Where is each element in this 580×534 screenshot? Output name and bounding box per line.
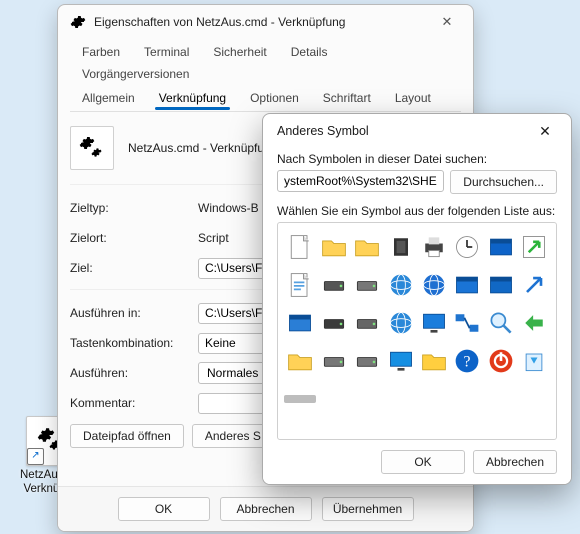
- icon-picker-titlebar[interactable]: Anderes Symbol ✕: [263, 114, 571, 148]
- cancel-button[interactable]: Abbrechen: [220, 497, 312, 521]
- tab-schriftart[interactable]: Schriftart: [311, 87, 383, 109]
- blank-document-icon[interactable]: [284, 229, 316, 265]
- shortcut-overlay-icon[interactable]: [519, 229, 550, 265]
- tab-terminal[interactable]: Terminal: [132, 41, 201, 63]
- connection-icon[interactable]: [452, 305, 483, 341]
- label-zieltyp: Zieltyp:: [70, 201, 198, 215]
- label-ziel: Ziel:: [70, 261, 198, 275]
- icon-cancel-button[interactable]: Abbrechen: [473, 450, 557, 474]
- tab-optionen[interactable]: Optionen: [238, 87, 311, 109]
- network-globe-icon[interactable]: [385, 305, 416, 341]
- printer-icon[interactable]: [418, 229, 449, 265]
- label-zielort: Zielort:: [70, 231, 198, 245]
- icon-grid-scrollbar[interactable]: [284, 395, 316, 403]
- titlebar-icon: [70, 14, 86, 30]
- picture-frame-icon[interactable]: [485, 267, 516, 303]
- apply-button[interactable]: Übernehmen: [322, 497, 414, 521]
- icon-path-input[interactable]: [277, 170, 444, 192]
- ok-button[interactable]: OK: [118, 497, 210, 521]
- titlebar[interactable]: Eigenschaften von NetzAus.cmd - Verknüpf…: [58, 5, 473, 39]
- folder-icon[interactable]: [318, 229, 349, 265]
- monitor-blue-icon[interactable]: [418, 305, 449, 341]
- value-zieltyp: Windows-B: [198, 201, 259, 215]
- icon-ok-button[interactable]: OK: [381, 450, 465, 474]
- monitor-icon[interactable]: [385, 343, 416, 379]
- close-button[interactable]: ✕: [425, 7, 469, 37]
- svg-text:?: ?: [464, 353, 471, 370]
- globe-icon[interactable]: [385, 267, 416, 303]
- folder-yellow-icon[interactable]: [418, 343, 449, 379]
- label-ausfuehren: Ausführen:: [70, 366, 198, 380]
- help-icon[interactable]: ?: [452, 343, 483, 379]
- drive-remove-icon[interactable]: [351, 305, 382, 341]
- tab-details[interactable]: Details: [279, 41, 340, 63]
- green-arrows-icon[interactable]: [519, 305, 550, 341]
- power-icon[interactable]: [485, 343, 516, 379]
- text-document-icon[interactable]: [284, 267, 316, 303]
- window-icon[interactable]: [485, 229, 516, 265]
- label-tastenkombi: Tastenkombination:: [70, 336, 198, 350]
- floppy-icon[interactable]: [318, 305, 349, 341]
- hard-drive-icon[interactable]: [318, 267, 349, 303]
- icon-grid[interactable]: ?: [277, 222, 557, 440]
- drive-icon[interactable]: [351, 343, 382, 379]
- shortcut-overlay-icon: ↗: [27, 448, 44, 465]
- clock-icon[interactable]: [452, 229, 483, 265]
- open-path-button[interactable]: Dateipfad öffnen: [70, 424, 184, 448]
- window-title: Eigenschaften von NetzAus.cmd - Verknüpf…: [94, 15, 425, 29]
- recycle-icon[interactable]: [519, 343, 550, 379]
- app-window-icon[interactable]: [284, 305, 316, 341]
- label-ausfuehren-in: Ausführen in:: [70, 306, 198, 320]
- tabstrip-2: AllgemeinVerknüpfungOptionenSchriftartLa…: [58, 85, 473, 109]
- chip-icon[interactable]: [385, 229, 416, 265]
- tabstrip: FarbenTerminalSicherheitDetails Vorgänger…: [58, 39, 473, 85]
- label-kommentar: Kommentar:: [70, 396, 198, 410]
- icon-picker-dialog: Anderes Symbol ✕ Nach Symbolen in dieser…: [262, 113, 572, 485]
- icon-picker-title: Anderes Symbol: [277, 124, 523, 138]
- browse-button[interactable]: Durchsuchen...: [450, 170, 557, 194]
- settings-window-icon[interactable]: [452, 267, 483, 303]
- folder-open-icon[interactable]: [351, 229, 382, 265]
- tab-allgemein[interactable]: Allgemein: [70, 87, 147, 109]
- globe-blue-icon[interactable]: [418, 267, 449, 303]
- arrow-out-icon[interactable]: [519, 267, 550, 303]
- icon-picker-close-button[interactable]: ✕: [523, 117, 567, 145]
- tab-layout[interactable]: Layout: [383, 87, 443, 109]
- tab-farben[interactable]: Farben: [70, 41, 132, 63]
- folder-icon[interactable]: [284, 343, 316, 379]
- item-icon: [70, 126, 114, 170]
- tab-verknüpfung[interactable]: Verknüpfung: [147, 87, 238, 109]
- value-zielort: Script: [198, 231, 229, 245]
- drive-icon[interactable]: [318, 343, 349, 379]
- magnifier-icon[interactable]: [485, 305, 516, 341]
- dialog-footer: OK Abbrechen Übernehmen: [58, 486, 473, 531]
- tab-sicherheit[interactable]: Sicherheit: [201, 41, 278, 63]
- item-name: NetzAus.cmd - Verknüpfung: [128, 141, 277, 155]
- choose-label: Wählen Sie ein Symbol aus der folgenden …: [277, 204, 557, 218]
- search-label: Nach Symbolen in dieser Datei suchen:: [277, 152, 557, 166]
- drive-icon[interactable]: [351, 267, 382, 303]
- tab-vorgängerversionen[interactable]: Vorgängerversionen: [70, 63, 201, 85]
